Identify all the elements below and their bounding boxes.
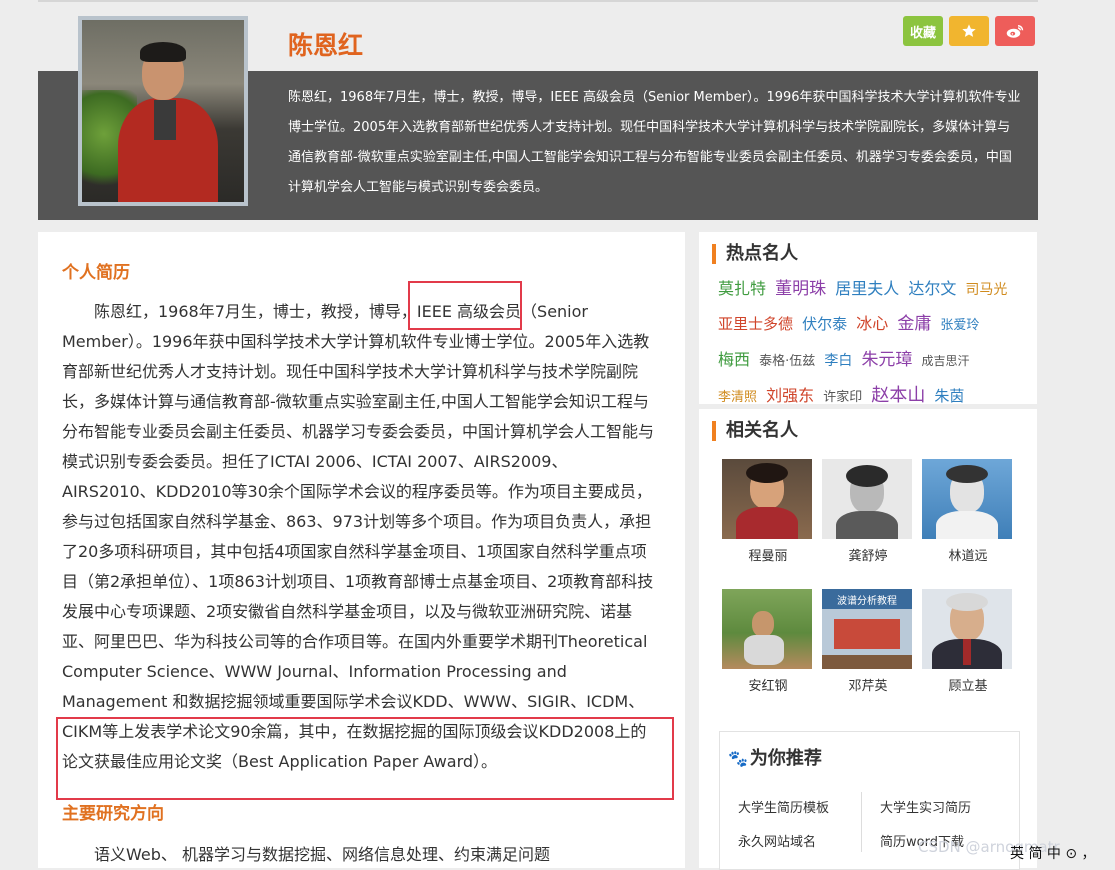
- hot-celebrities-title: 热点名人: [712, 244, 798, 264]
- related-person-card[interactable]: 林道远: [922, 459, 1014, 564]
- hot-celebrity-link[interactable]: 朱茵: [934, 387, 964, 405]
- book-cover: 波谱分析教程: [822, 589, 912, 669]
- hot-celebrity-link[interactable]: 达尔文: [908, 279, 956, 298]
- hot-celebrity-link[interactable]: 伏尔泰: [802, 315, 847, 333]
- related-person-name: 林道远: [948, 549, 988, 564]
- related-person-name: 安红钢: [748, 679, 788, 694]
- hot-celebrity-link[interactable]: 赵本山: [871, 385, 925, 406]
- related-person-name: 邓芹英: [848, 679, 888, 694]
- hot-celebrity-link[interactable]: 董明珠: [775, 279, 826, 299]
- highlight-box-award: [56, 717, 674, 800]
- hot-celebrity-link[interactable]: 莫扎特: [718, 279, 766, 298]
- related-person-card[interactable]: 顾立基: [922, 589, 1014, 694]
- portrait-photo: [722, 589, 812, 669]
- recommend-link[interactable]: 大学生实习简历: [880, 797, 971, 816]
- portrait-photo: [922, 459, 1012, 539]
- hot-celebrities-list: 莫扎特 董明珠 居里夫人 达尔文 司马光 亚里士多德 伏尔泰 冰心 金庸 张爱玲…: [718, 272, 1018, 415]
- top-divider: [38, 0, 1038, 2]
- recommend-link[interactable]: 永久网站域名: [738, 831, 816, 850]
- star-icon: [962, 24, 976, 37]
- hot-celebrity-link[interactable]: 居里夫人: [835, 279, 899, 298]
- recommend-divider: [861, 792, 862, 852]
- hot-celebrity-link[interactable]: 梅西: [718, 350, 750, 369]
- bio-section-title: 个人简历: [62, 263, 130, 283]
- weibo-share-button[interactable]: [995, 16, 1035, 46]
- portrait-photo: [922, 589, 1012, 669]
- portrait-photo: [822, 459, 912, 539]
- related-celebrities-title: 相关名人: [712, 421, 798, 441]
- related-person-name: 龚舒婷: [848, 549, 888, 564]
- recommend-title-text: 为你推荐: [749, 748, 822, 769]
- hot-celebrity-link[interactable]: 李白: [824, 353, 852, 369]
- hot-celebrity-link[interactable]: 刘强东: [766, 386, 814, 405]
- recommend-link[interactable]: 大学生简历模板: [738, 797, 829, 816]
- related-person-name: 顾立基: [948, 679, 988, 694]
- related-person-name: 程曼丽: [748, 549, 788, 564]
- related-person-card[interactable]: 龚舒婷: [822, 459, 914, 564]
- related-person-card[interactable]: 安红钢: [722, 589, 814, 694]
- recommend-title: 🐾 为你推荐: [728, 744, 822, 770]
- highlight-box-ieee: [408, 281, 522, 330]
- research-section-title: 主要研究方向: [62, 804, 164, 824]
- research-text: 语义Web、 机器学习与数据挖掘、网络信息处理、约束满足问题: [94, 845, 550, 864]
- profile-summary: 陈恩红，1968年7月生，博士，教授，博导，IEEE 高级会员（Senior M…: [288, 90, 1021, 195]
- related-person-card[interactable]: 程曼丽: [722, 459, 814, 564]
- hot-celebrity-link[interactable]: 许家印: [823, 390, 862, 405]
- paw-icon: 🐾: [728, 749, 748, 768]
- hot-celebrity-link[interactable]: 张爱玲: [940, 318, 979, 333]
- profile-name: 陈恩红: [288, 31, 364, 60]
- hot-celebrity-link[interactable]: 泰格·伍兹: [759, 354, 815, 369]
- hot-celebrity-link[interactable]: 司马光: [965, 282, 1007, 298]
- favorite-button[interactable]: 收藏: [903, 16, 943, 46]
- hot-celebrity-link[interactable]: 李清照: [718, 390, 757, 405]
- book-cover-title: 波谱分析教程: [837, 596, 897, 607]
- hot-celebrity-link[interactable]: 金庸: [897, 314, 931, 334]
- related-person-card[interactable]: 波谱分析教程 邓芹英: [822, 589, 914, 694]
- hot-celebrity-link[interactable]: 冰心: [856, 314, 888, 333]
- hot-celebrity-link[interactable]: 成吉思汗: [922, 354, 970, 368]
- weibo-icon: [1006, 25, 1024, 38]
- portrait-photo: [722, 459, 812, 539]
- hot-celebrity-link[interactable]: 朱元璋: [861, 350, 912, 370]
- bio-text: 陈恩红，1968年7月生，博士，教授，博导，IEEE 高级会员（Senior M…: [62, 302, 655, 771]
- profile-photo: [78, 16, 248, 206]
- star-button[interactable]: [949, 16, 989, 46]
- ime-toolbar[interactable]: 英 简 中 ⊙ ，: [1010, 838, 1115, 868]
- hot-celebrity-link[interactable]: 亚里士多德: [718, 315, 793, 333]
